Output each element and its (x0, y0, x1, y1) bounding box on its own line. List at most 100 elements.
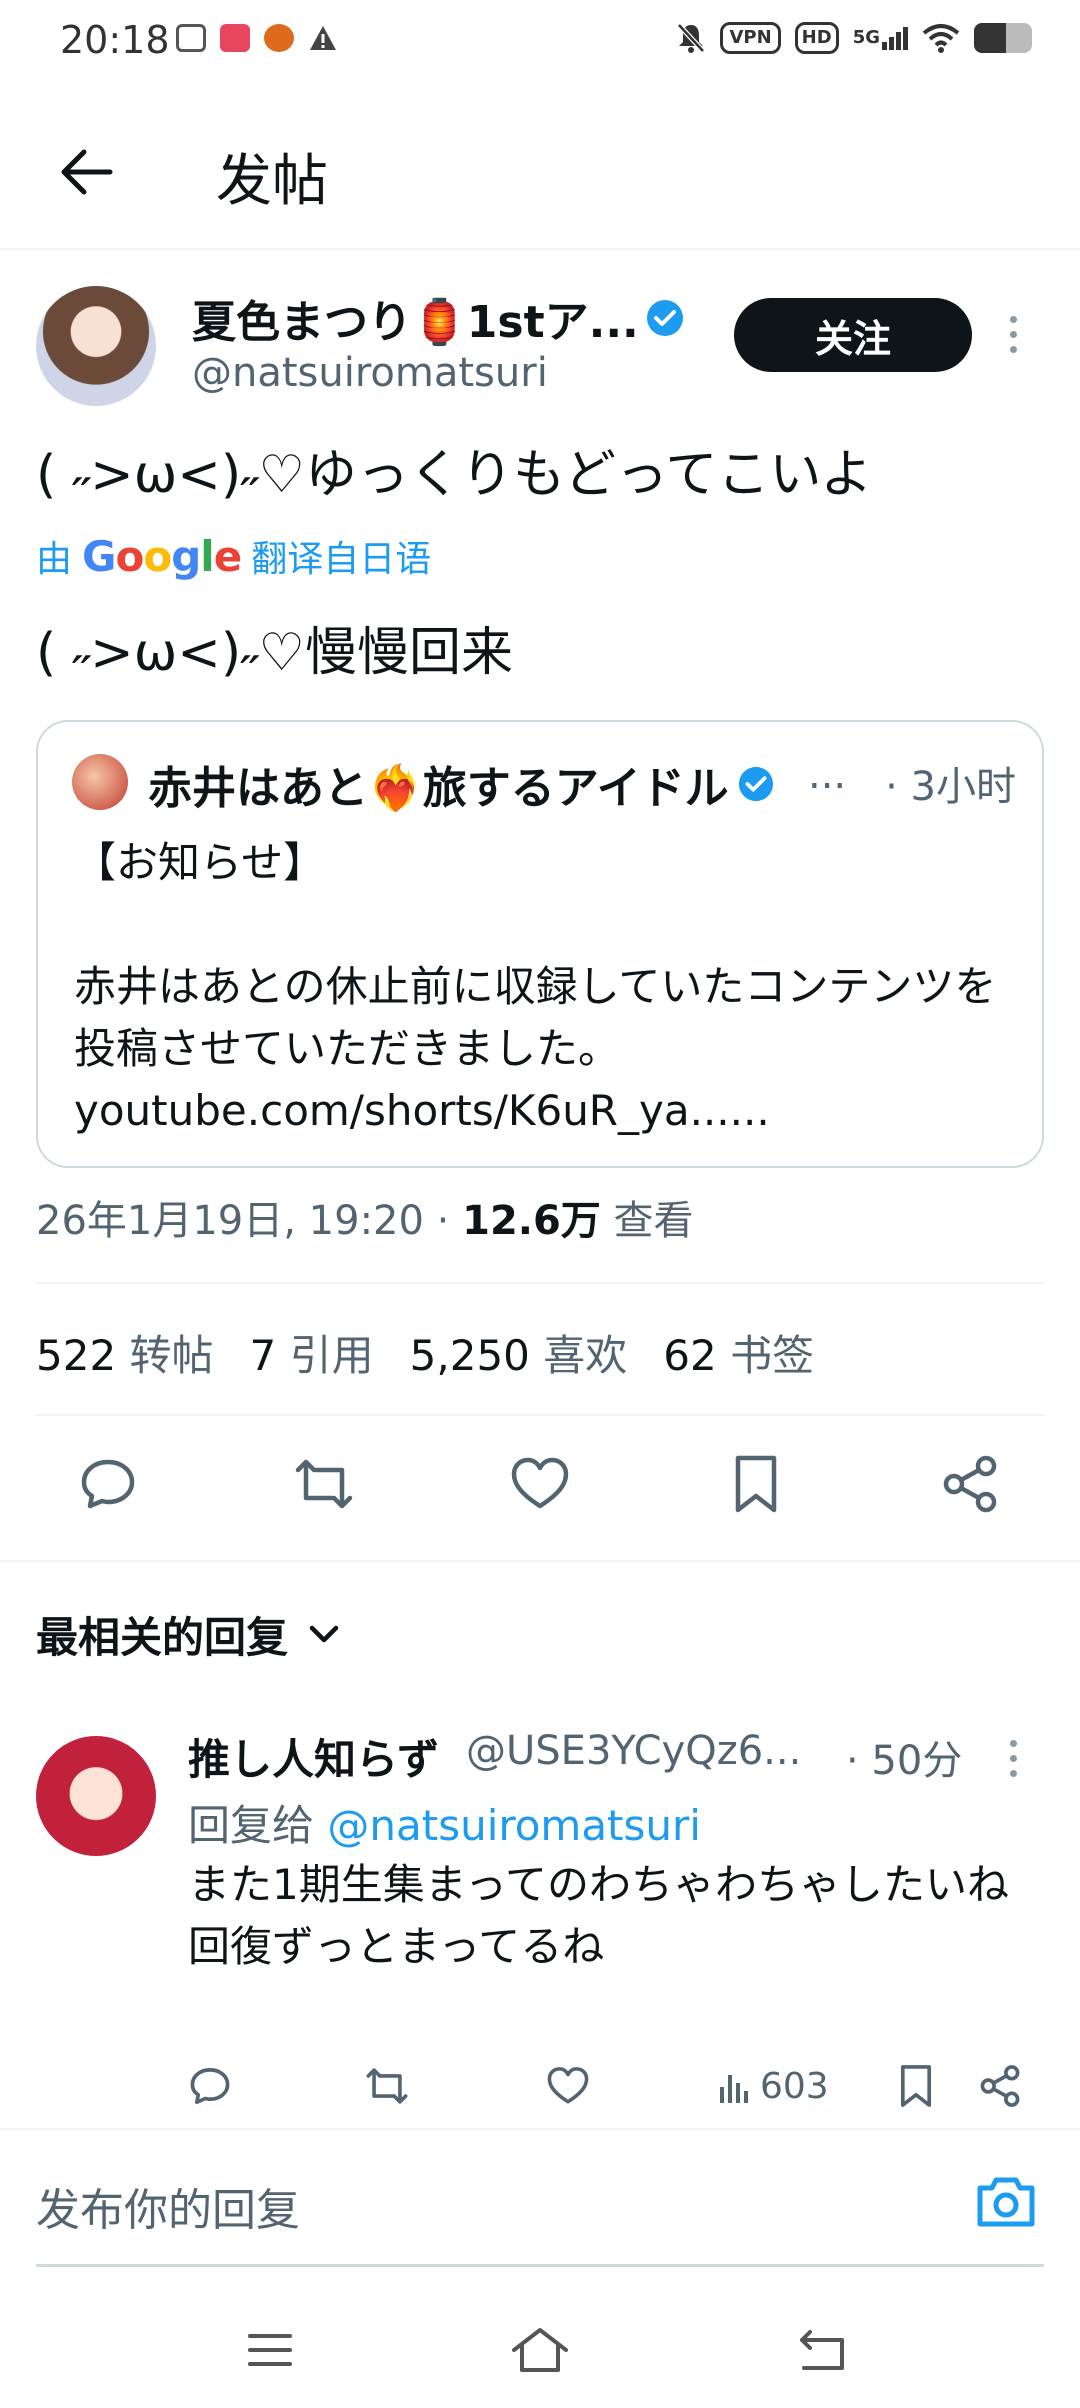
reply-author-handle[interactable]: @USE3YCyQz6... (466, 1728, 801, 1774)
back-button[interactable] (50, 136, 122, 208)
stat-retweets[interactable]: 522 转帖 (36, 1322, 214, 1383)
menu-icon (248, 2334, 292, 2366)
tweet-text: ( ˶>ω<)˶♡ゆっくりもどってこいよ (36, 445, 873, 505)
quoted-author-name: 赤井はあと❤️‍🔥旅するアイドル (148, 752, 775, 816)
heart-icon (511, 1457, 569, 1509)
bookmark-button[interactable] (716, 1444, 796, 1524)
engagement-stats: 522 转帖 7 引用 5,250 喜欢 62 书签 (36, 1322, 814, 1383)
quoted-author-avatar (72, 754, 128, 810)
reply-button[interactable] (68, 1444, 148, 1524)
views-count: 12.6万 (462, 1198, 601, 1244)
retweet-button[interactable] (284, 1444, 364, 1524)
tweet-action-bar (0, 1440, 1080, 1540)
hd-badge: HD (794, 22, 839, 54)
author-name[interactable]: 夏色まつり🏮1stア... (192, 286, 685, 350)
bookmark-icon (735, 1455, 777, 1513)
reply-author-name[interactable]: 推し人知らず (188, 1726, 439, 1787)
chevron-down-icon (309, 1625, 339, 1642)
share-icon[interactable] (978, 2064, 1022, 2108)
menu-nav-button[interactable] (234, 2318, 306, 2382)
shopping-app-icon (220, 24, 250, 52)
warning-icon (310, 26, 336, 50)
translated-suffix: 翻译自日语 (251, 539, 432, 580)
more-options-button[interactable] (1010, 316, 1017, 353)
replies-sort-label: 最相关的回复 (36, 1613, 289, 1662)
analytics-icon (720, 2074, 748, 2103)
heart-icon[interactable] (546, 2066, 590, 2106)
reply-author-avatar[interactable] (36, 1736, 156, 1856)
verified-badge-icon (646, 300, 683, 336)
more-dot (1010, 1770, 1017, 1777)
reply-action-bar (0, 2060, 1080, 2126)
mute-bell-icon (677, 23, 706, 53)
notification-icons (176, 24, 338, 52)
quoted-time: · 3小时 (885, 764, 1016, 810)
home-nav-button[interactable] (504, 2318, 576, 2382)
reply-to-line: 回复给 @natsuiromatsuri (188, 1792, 701, 1853)
page-title: 发帖 (216, 149, 328, 214)
camera-icon[interactable] (974, 2170, 1038, 2234)
more-dot (1010, 1740, 1017, 1747)
wifi-icon (922, 24, 960, 53)
comment-icon (81, 1459, 135, 1509)
author-avatar[interactable] (36, 286, 156, 406)
app-notification-icon (176, 24, 206, 52)
author-handle[interactable]: @natsuiromatsuri (192, 350, 548, 396)
retweet-icon (295, 1459, 353, 1509)
return-icon (800, 2330, 844, 2370)
quoted-tweet-card[interactable]: 赤井はあと❤️‍🔥旅するアイドル ... · 3小时 【お知らせ】 赤井はあとの… (36, 720, 1044, 1168)
top-app-bar: 发帖 (0, 100, 1080, 250)
compose-underline (36, 2264, 1044, 2267)
battery-fill (974, 23, 1006, 53)
stat-likes[interactable]: 5,250 喜欢 (410, 1322, 628, 1383)
reply-to-mention[interactable]: @natsuiromatsuri (327, 1801, 701, 1850)
home-icon (512, 2328, 568, 2372)
reply-time: · 50分 (846, 1738, 963, 1784)
more-dot (1010, 316, 1017, 323)
network-type: 5G (852, 26, 880, 48)
verified-badge-icon (738, 766, 773, 802)
google-logo: Google (82, 531, 242, 581)
more-dot (1010, 331, 1017, 338)
translated-prefix: 由 (36, 539, 73, 580)
translation-attribution[interactable]: 由 Google 翻译自日语 (36, 530, 431, 582)
quoted-body: 【お知らせ】 赤井はあとの休止前に収録していたコンテンツを投稿させていただきまし… (74, 838, 997, 1135)
section-divider (0, 1560, 1080, 1562)
game-app-icon (264, 24, 294, 52)
tweet-date: 26年1月19日, 19:20 · (36, 1198, 450, 1244)
back-nav-button[interactable] (786, 2318, 858, 2382)
more-dot (1010, 1755, 1017, 1762)
share-button[interactable] (930, 1444, 1010, 1524)
reply-views[interactable]: 603 (718, 2066, 829, 2107)
share-icon (943, 1455, 997, 1513)
reply-body: また1期生集まってのわちゃわちゃしたいね 回復ずっとまってるね (188, 1860, 1009, 1971)
status-time: 20:18 (60, 18, 170, 62)
stat-quotes[interactable]: 7 引用 (250, 1322, 374, 1383)
reply-to-prefix: 回复给 (188, 1801, 315, 1850)
vpn-badge: VPN (720, 22, 781, 54)
follow-button[interactable]: 关注 (734, 298, 972, 372)
divider (36, 1414, 1044, 1416)
reply-compose-bar: 发布你的回复 (0, 2128, 1080, 2267)
comment-icon[interactable] (188, 2064, 232, 2108)
translated-text: ( ˶>ω<)˶♡慢慢回来 (36, 623, 514, 683)
status-bar: 20:18 VPN HD 5G (0, 0, 1080, 84)
divider (36, 1282, 1044, 1284)
status-right-icons: VPN HD 5G (676, 22, 1032, 54)
bookmark-icon[interactable] (898, 2064, 934, 2108)
like-button[interactable] (500, 1444, 580, 1524)
battery-icon (974, 23, 1032, 53)
views-label: 查看 (613, 1198, 694, 1244)
tweet-meta: 26年1月19日, 19:20 · 12.6万 查看 (36, 1188, 694, 1246)
reply-input[interactable]: 发布你的回复 (36, 2174, 300, 2238)
arrow-left-icon (61, 149, 113, 195)
replies-sort-dropdown[interactable]: 最相关的回复 (36, 1604, 340, 1665)
quoted-name-ellipsis: ... (808, 752, 847, 798)
system-navigation-bar (0, 2290, 1080, 2408)
retweet-icon[interactable] (364, 2064, 410, 2108)
network-signal: 5G (852, 26, 908, 50)
reply-more-options-button[interactable] (1010, 1740, 1017, 1777)
stat-bookmarks[interactable]: 62 书签 (663, 1322, 814, 1383)
reply-views-count: 603 (760, 2066, 829, 2107)
more-dot (1010, 346, 1017, 353)
